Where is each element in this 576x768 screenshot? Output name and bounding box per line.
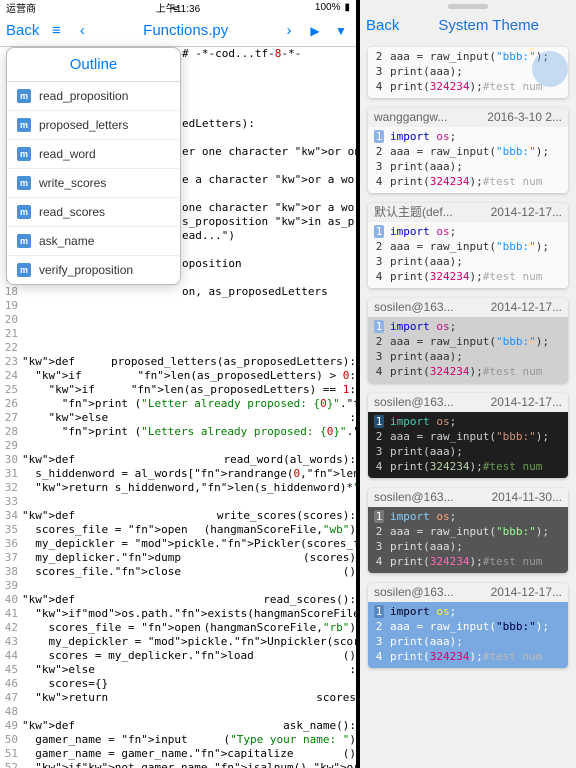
method-badge: m xyxy=(17,147,31,161)
dropdown-icon[interactable]: ▼ xyxy=(332,24,350,38)
method-badge: m xyxy=(17,263,31,277)
editor-pane: 运营商 ᯤ 上午11:36 100%▮ Back ≡ ‹ Functions.p… xyxy=(0,0,360,768)
theme-card[interactable]: sosilen@163...2014-11-30...1import os;2a… xyxy=(368,488,568,573)
outline-title: Outline xyxy=(7,48,180,82)
assist-bubble[interactable] xyxy=(532,51,568,87)
theme-card[interactable]: sosilen@163...2014-12-17...1import os;2a… xyxy=(368,583,568,668)
run-icon[interactable]: ▶ xyxy=(306,24,324,38)
theme-back-button[interactable]: Back xyxy=(366,17,399,34)
battery-label: 100% xyxy=(315,2,341,13)
outline-item[interactable]: m write_scores xyxy=(7,169,180,198)
theme-card[interactable]: 默认主题(def...2014-12-17...1import os;2aaa … xyxy=(368,203,568,288)
theme-card-header: wanggangw...2016-3-10 2... xyxy=(368,108,568,127)
outline-item[interactable]: m ask_name xyxy=(7,227,180,256)
method-badge: m xyxy=(17,89,31,103)
outline-item-label: write_scores xyxy=(39,176,106,190)
theme-card[interactable]: sosilen@163...2014-12-17...1import os;2a… xyxy=(368,393,568,478)
editor-toolbar: Back ≡ ‹ Functions.py › ▶ ▼ xyxy=(0,15,356,47)
outline-item-label: ask_name xyxy=(39,234,94,248)
theme-card[interactable]: wanggangw...2016-3-10 2...1import os;2aa… xyxy=(368,108,568,193)
outline-item-label: proposed_letters xyxy=(39,118,128,132)
battery-icon: ▮ xyxy=(344,2,350,13)
next-icon[interactable]: › xyxy=(280,22,298,39)
outline-item[interactable]: m proposed_letters xyxy=(7,111,180,140)
outline-item-label: read_scores xyxy=(39,205,105,219)
outline-item[interactable]: m read_word xyxy=(7,140,180,169)
method-badge: m xyxy=(17,234,31,248)
status-bar: 运营商 ᯤ 上午11:36 100%▮ xyxy=(0,0,356,15)
clock: 上午11:36 xyxy=(156,0,200,15)
outline-item[interactable]: m read_proposition xyxy=(7,82,180,111)
back-button[interactable]: Back xyxy=(6,22,39,39)
theme-title: System Theme xyxy=(407,17,570,34)
filename-label[interactable]: Functions.py xyxy=(99,22,272,39)
outline-item[interactable]: m read_scores xyxy=(7,198,180,227)
outline-popup: Outline mread_propositionmproposed_lette… xyxy=(6,47,181,285)
theme-card[interactable]: sosilen@163...2014-12-17...1import os;2a… xyxy=(368,298,568,383)
theme-card-header: sosilen@163...2014-12-17... xyxy=(368,583,568,602)
prev-icon[interactable]: ‹ xyxy=(73,22,91,39)
theme-pane: Back System Theme 2aaa = raw_input("bbb:… xyxy=(360,0,576,768)
theme-card-header: sosilen@163...2014-12-17... xyxy=(368,393,568,412)
outline-icon[interactable]: ≡ xyxy=(47,22,65,39)
app-root: 运营商 ᯤ 上午11:36 100%▮ Back ≡ ‹ Functions.p… xyxy=(0,0,576,768)
outline-item-label: read_word xyxy=(39,147,96,161)
outline-item[interactable]: m verify_proposition xyxy=(7,256,180,284)
theme-card-header: sosilen@163...2014-11-30... xyxy=(368,488,568,507)
outline-item-label: read_proposition xyxy=(39,89,128,103)
method-badge: m xyxy=(17,205,31,219)
carrier-label: 运营商 xyxy=(6,0,36,15)
theme-card-header: sosilen@163...2014-12-17... xyxy=(368,298,568,317)
theme-list[interactable]: 2aaa = raw_input("bbb:");3print(aaa);4pr… xyxy=(360,41,576,768)
theme-card-header: 默认主题(def...2014-12-17... xyxy=(368,203,568,222)
theme-toolbar: Back System Theme xyxy=(360,9,576,41)
method-badge: m xyxy=(17,176,31,190)
outline-item-label: verify_proposition xyxy=(39,263,133,277)
method-badge: m xyxy=(17,118,31,132)
